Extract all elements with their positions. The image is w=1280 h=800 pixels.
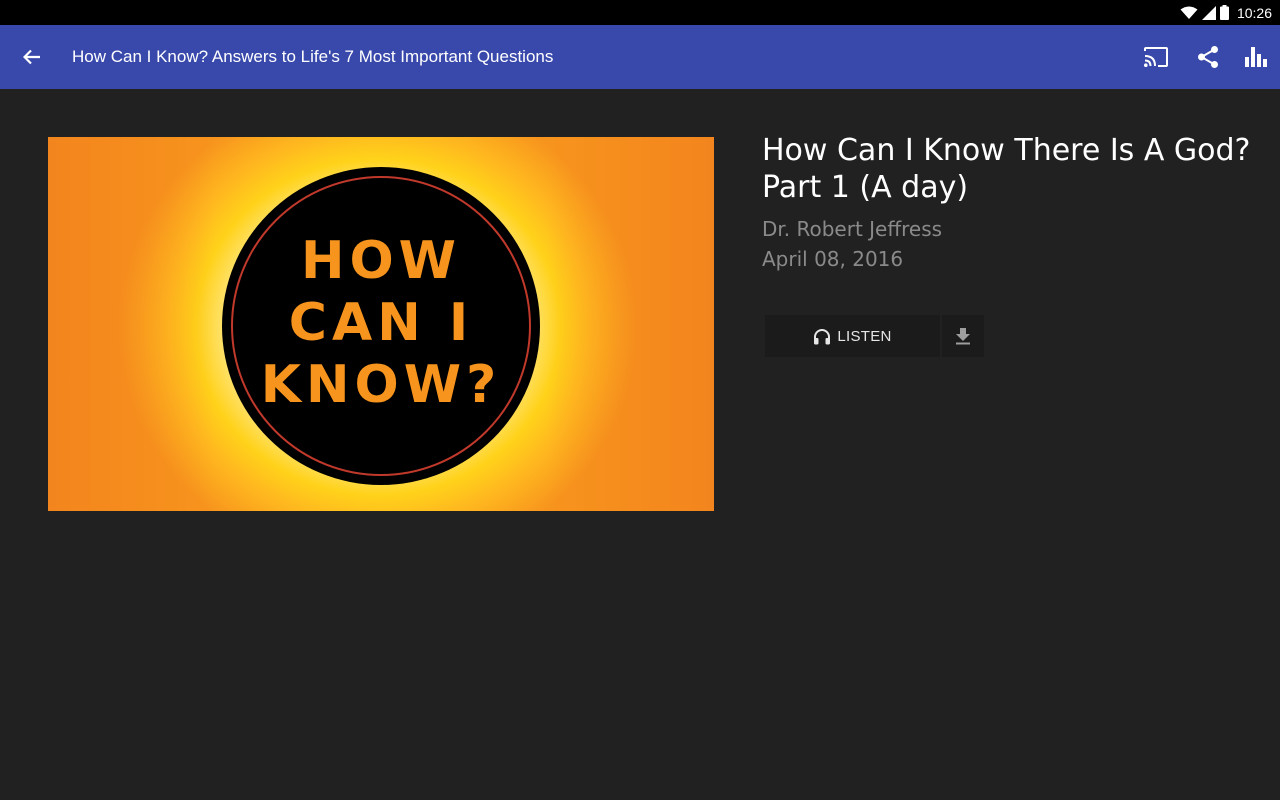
toolbar-title: How Can I Know? Answers to Life's 7 Most… (72, 47, 554, 66)
episode-title: How Can I Know There Is A God? Part 1 (A… (762, 133, 1251, 205)
cast-icon (1144, 47, 1168, 67)
artwork-circle: HOW CAN I KNOW? (222, 167, 540, 485)
artwork-text-line-1: HOW (300, 231, 462, 291)
artwork-text-line-3: KNOW? (260, 355, 502, 415)
episode-author: Dr. Robert Jeffress (762, 217, 943, 241)
signal-icon (1201, 5, 1216, 20)
status-bar: 10:26 (0, 0, 1280, 25)
share-button[interactable] (1188, 37, 1228, 77)
battery-icon (1219, 5, 1229, 20)
episode-date: April 08, 2016 (762, 247, 904, 271)
stats-button[interactable] (1236, 37, 1276, 77)
app-toolbar: How Can I Know? Answers to Life's 7 Most… (0, 25, 1280, 89)
listen-label: LISTEN (837, 327, 892, 345)
wifi-icon (1180, 6, 1198, 19)
arrow-back-icon (23, 49, 40, 65)
stats-icon (1245, 47, 1267, 67)
download-button[interactable] (942, 315, 984, 357)
cast-button[interactable] (1136, 37, 1176, 77)
status-time: 10:26 (1236, 4, 1272, 21)
artwork-text-line-2: CAN I (288, 293, 474, 353)
share-icon (1198, 46, 1218, 68)
series-artwork: HOW CAN I KNOW? (48, 137, 714, 511)
download-icon (956, 328, 970, 345)
back-button[interactable] (12, 37, 52, 77)
status-icons: 10:26 (1180, 0, 1272, 25)
headphones-icon (814, 328, 831, 344)
listen-button[interactable]: LISTEN (765, 315, 940, 357)
